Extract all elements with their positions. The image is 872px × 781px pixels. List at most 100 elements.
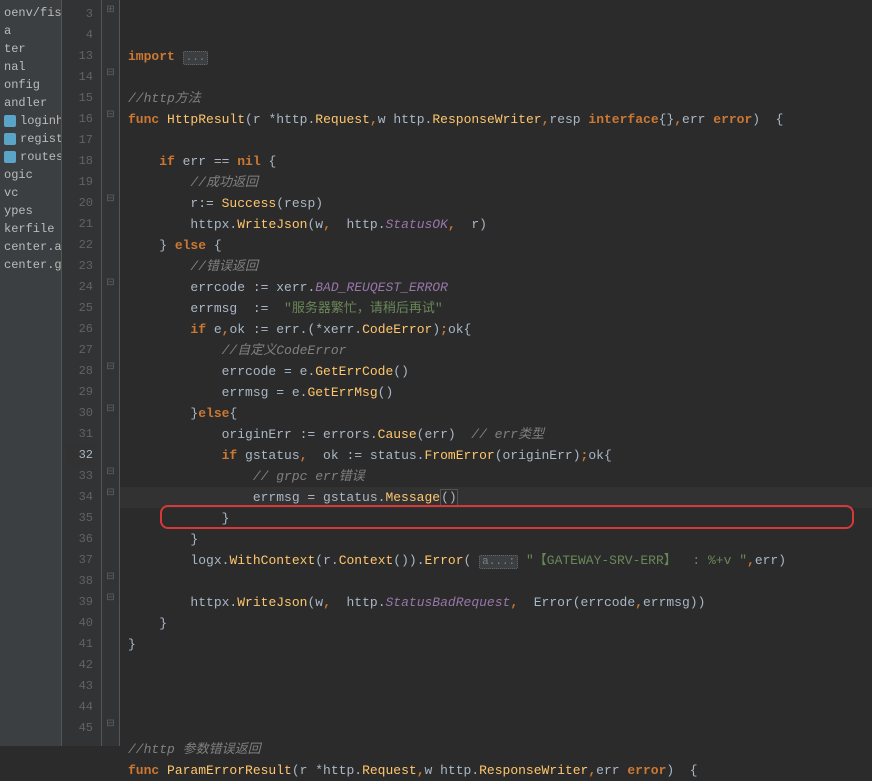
line-number[interactable]: 41 — [66, 634, 93, 655]
line-number[interactable]: 31 — [66, 424, 93, 445]
code-line[interactable] — [120, 130, 872, 151]
line-number[interactable]: 29 — [66, 382, 93, 403]
code-line[interactable]: // grpc err错误 — [120, 466, 872, 487]
file-tree-sidebar[interactable]: oenv/fishtyaternalonfigandlerloginhandre… — [0, 0, 62, 746]
code-line[interactable]: errmsg := "服务器繁忙，请稍后再试" — [120, 298, 872, 319]
code-line[interactable]: } — [120, 634, 872, 655]
line-number[interactable]: 32 — [66, 445, 93, 466]
code-line[interactable] — [120, 655, 872, 676]
code-line[interactable]: } — [120, 508, 872, 529]
line-number[interactable]: 17 — [66, 130, 93, 151]
fold-toggle[interactable]: ⊟ — [102, 399, 119, 420]
line-number[interactable]: 34 — [66, 487, 93, 508]
code-line[interactable]: httpx.WriteJson(w, http.StatusBadRequest… — [120, 592, 872, 613]
code-editor[interactable]: import ... //http方法func HttpResult(r *htt… — [120, 0, 872, 746]
code-line[interactable]: r:= Success(resp) — [120, 193, 872, 214]
file-tree-item[interactable]: center.go — [0, 256, 61, 274]
file-tree-item[interactable]: kerfile — [0, 220, 61, 238]
line-number[interactable]: 33 — [66, 466, 93, 487]
code-line[interactable]: //成功返回 — [120, 172, 872, 193]
fold-toggle[interactable]: ⊞ — [102, 0, 119, 21]
line-number[interactable]: 43 — [66, 676, 93, 697]
code-line[interactable]: httpx.WriteJson(w, http.StatusOK, r) — [120, 214, 872, 235]
line-number[interactable]: 18 — [66, 151, 93, 172]
line-number[interactable]: 25 — [66, 298, 93, 319]
file-tree-item[interactable]: a — [0, 22, 61, 40]
line-number[interactable]: 23 — [66, 256, 93, 277]
file-tree-item[interactable]: onfig — [0, 76, 61, 94]
file-tree-item[interactable]: ypes — [0, 202, 61, 220]
line-number-gutter[interactable]: 3413141516171819202122232425262728293031… — [62, 0, 102, 746]
code-line[interactable]: } else { — [120, 235, 872, 256]
code-line[interactable]: //http 参数错误返回 — [120, 739, 872, 760]
line-number[interactable]: 4 — [66, 25, 93, 46]
line-number[interactable]: 16 — [66, 109, 93, 130]
code-line[interactable]: if gstatus, ok := status.FromError(origi… — [120, 445, 872, 466]
fold-toggle[interactable]: ⊟ — [102, 567, 119, 588]
code-line[interactable]: func ParamErrorResult(r *http.Request,w … — [120, 760, 872, 781]
line-number[interactable]: 22 — [66, 235, 93, 256]
code-line[interactable] — [120, 676, 872, 697]
line-number[interactable]: 42 — [66, 655, 93, 676]
line-number[interactable]: 27 — [66, 340, 93, 361]
code-line[interactable]: } — [120, 529, 872, 550]
code-line[interactable]: } — [120, 613, 872, 634]
line-number[interactable]: 14 — [66, 67, 93, 88]
line-number[interactable]: 21 — [66, 214, 93, 235]
line-number[interactable]: 19 — [66, 172, 93, 193]
line-number[interactable]: 3 — [66, 4, 93, 25]
file-tree-item[interactable]: routes.go — [0, 148, 61, 166]
code-line[interactable]: import ... — [120, 46, 872, 67]
line-number[interactable]: 40 — [66, 613, 93, 634]
code-line[interactable] — [120, 67, 872, 88]
code-line[interactable]: errcode = e.GetErrCode() — [120, 361, 872, 382]
fold-toggle[interactable]: ⊟ — [102, 189, 119, 210]
code-line[interactable]: //http方法 — [120, 88, 872, 109]
code-line[interactable]: //错误返回 — [120, 256, 872, 277]
code-line[interactable] — [120, 697, 872, 718]
fold-toggle[interactable]: ⊟ — [102, 483, 119, 504]
line-number[interactable]: 36 — [66, 529, 93, 550]
line-number[interactable]: 38 — [66, 571, 93, 592]
line-number[interactable]: 37 — [66, 550, 93, 571]
code-line[interactable] — [120, 718, 872, 739]
file-tree-item[interactable]: vc — [0, 184, 61, 202]
code-line[interactable]: originErr := errors.Cause(err) // err类型 — [120, 424, 872, 445]
file-tree-item[interactable]: center.api — [0, 238, 61, 256]
code-line[interactable]: //自定义CodeError — [120, 340, 872, 361]
file-tree-item[interactable]: ter — [0, 40, 61, 58]
fold-toggle[interactable]: ⊟ — [102, 63, 119, 84]
fold-toggle[interactable]: ⊟ — [102, 462, 119, 483]
line-number[interactable]: 24 — [66, 277, 93, 298]
code-line[interactable]: func HttpResult(r *http.Request,w http.R… — [120, 109, 872, 130]
code-line[interactable] — [120, 571, 872, 592]
file-tree-item[interactable]: oenv/fishty — [0, 4, 61, 22]
fold-toggle[interactable]: ⊟ — [102, 588, 119, 609]
code-line[interactable]: errcode := xerr.BAD_REUQEST_ERROR — [120, 277, 872, 298]
line-number[interactable]: 15 — [66, 88, 93, 109]
line-number[interactable]: 39 — [66, 592, 93, 613]
line-number[interactable]: 45 — [66, 718, 93, 739]
fold-toggle[interactable]: ⊟ — [102, 714, 119, 735]
code-line[interactable]: logx.WithContext(r.Context()).Error( a..… — [120, 550, 872, 571]
line-number[interactable]: 26 — [66, 319, 93, 340]
fold-gutter[interactable]: ⊞⊟⊟⊟⊟⊟⊟⊟⊟⊟⊟⊟ — [102, 0, 120, 746]
file-tree-item[interactable]: loginhand — [0, 112, 61, 130]
fold-toggle[interactable]: ⊟ — [102, 105, 119, 126]
line-number[interactable]: 13 — [66, 46, 93, 67]
file-tree-item[interactable]: registerh — [0, 130, 61, 148]
code-line[interactable]: }else{ — [120, 403, 872, 424]
file-tree-item[interactable]: andler — [0, 94, 61, 112]
code-line[interactable]: if e,ok := err.(*xerr.CodeError);ok{ — [120, 319, 872, 340]
code-line[interactable]: errmsg = e.GetErrMsg() — [120, 382, 872, 403]
fold-toggle[interactable]: ⊟ — [102, 357, 119, 378]
code-line[interactable]: errmsg = gstatus.Message() — [120, 487, 872, 508]
line-number[interactable]: 20 — [66, 193, 93, 214]
fold-toggle[interactable]: ⊟ — [102, 273, 119, 294]
line-number[interactable]: 35 — [66, 508, 93, 529]
file-tree-item[interactable]: nal — [0, 58, 61, 76]
line-number[interactable]: 28 — [66, 361, 93, 382]
line-number[interactable]: 44 — [66, 697, 93, 718]
line-number[interactable]: 30 — [66, 403, 93, 424]
file-tree-item[interactable]: ogic — [0, 166, 61, 184]
